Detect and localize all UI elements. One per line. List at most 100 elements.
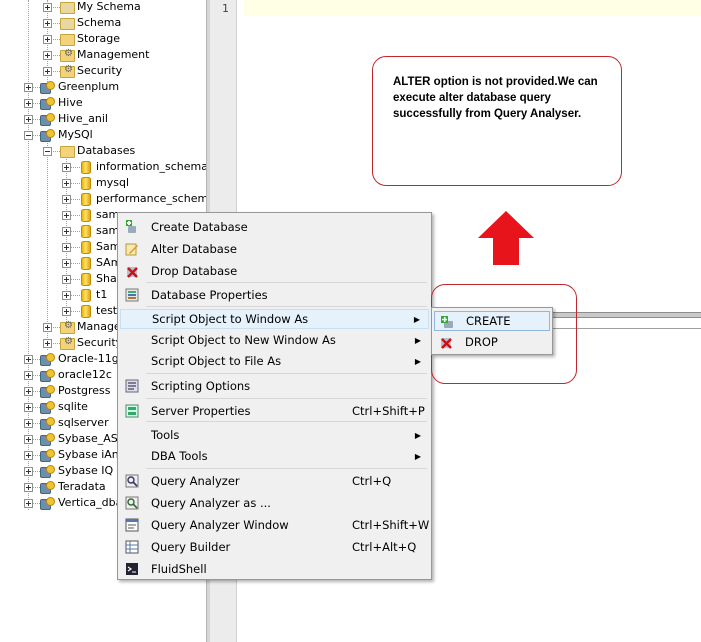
database-icon: [81, 273, 91, 286]
menu-item-label: Script Object to File As: [151, 354, 282, 368]
submenu-item-label: CREATE: [466, 314, 511, 328]
expand-icon[interactable]: [43, 35, 52, 44]
tree-item-label: Storage: [77, 32, 121, 45]
menu-item-label: FluidShell: [151, 562, 207, 576]
settings-folder-icon: [60, 336, 75, 350]
menu-item-alter-database[interactable]: Alter Database: [120, 239, 429, 259]
expand-icon[interactable]: [62, 243, 71, 252]
tree-item[interactable]: Schema: [0, 15, 206, 31]
server-icon: [40, 433, 55, 446]
expand-icon[interactable]: [24, 467, 33, 476]
tree-item-label: Schema: [77, 16, 122, 29]
menu-item-dba-tools[interactable]: DBA Tools ▶: [120, 446, 429, 466]
database-icon: [81, 209, 91, 222]
expand-icon[interactable]: [24, 387, 33, 396]
menu-item-script-object-to-window-as[interactable]: Script Object to Window As ▶: [120, 309, 429, 329]
menu-item-drop-database[interactable]: Drop Database: [120, 261, 429, 281]
menu-item-server-properties[interactable]: Server Properties Ctrl+Shift+P: [120, 401, 429, 421]
server-icon: [40, 401, 55, 414]
menu-item-query-analyzer-as[interactable]: Query Analyzer as ...: [120, 493, 429, 513]
menu-item-query-analyzer-window[interactable]: Query Analyzer Window Ctrl+Shift+W: [120, 515, 429, 535]
expand-icon[interactable]: [24, 99, 33, 108]
tree-item-label: mysql: [96, 176, 129, 189]
expand-icon[interactable]: [43, 323, 52, 332]
expand-icon[interactable]: [62, 259, 71, 268]
expand-icon[interactable]: [43, 339, 52, 348]
tree-item[interactable]: Hive: [0, 95, 206, 111]
annotation-text: ALTER option is not provided.We can exec…: [393, 76, 598, 120]
tree-item-label: Security: [77, 64, 123, 77]
menu-item-shortcut: Ctrl+Alt+Q: [352, 540, 417, 554]
expand-icon[interactable]: [62, 195, 71, 204]
menu-separator: [146, 373, 427, 374]
expand-icon[interactable]: [62, 179, 71, 188]
tree-item[interactable]: Databases: [0, 143, 206, 159]
menu-item-create-database[interactable]: Create Database: [120, 217, 429, 237]
settings-folder-icon: [60, 64, 75, 78]
submenu-arrow-icon: ▶: [413, 314, 420, 324]
expand-icon[interactable]: [62, 163, 71, 172]
schema-icon: [60, 2, 75, 14]
collapse-icon[interactable]: [24, 131, 33, 140]
menu-item-scripting-options[interactable]: Scripting Options: [120, 376, 429, 396]
expand-icon[interactable]: [24, 499, 33, 508]
tree-item[interactable]: mysql: [0, 175, 206, 191]
menu-item-database-properties[interactable]: Database Properties: [120, 285, 429, 305]
expand-icon[interactable]: [43, 51, 52, 60]
expand-icon[interactable]: [62, 275, 71, 284]
expand-icon[interactable]: [62, 291, 71, 300]
fluidshell-icon: [125, 562, 139, 576]
tree-item[interactable]: MySQl: [0, 127, 206, 143]
submenu-item-create[interactable]: CREATE: [434, 311, 550, 331]
tree-item-label: t1: [96, 288, 108, 301]
database-properties-icon: [125, 288, 139, 302]
menu-item-query-builder[interactable]: Query Builder Ctrl+Alt+Q: [120, 537, 429, 557]
expand-icon[interactable]: [24, 371, 33, 380]
expand-icon[interactable]: [24, 115, 33, 124]
tree-item-label: My Schema: [77, 0, 141, 13]
tree-item-label: Greenplum: [58, 80, 120, 93]
database-icon: [81, 241, 91, 254]
tree-item[interactable]: information_schema: [0, 159, 206, 175]
expand-icon[interactable]: [24, 451, 33, 460]
expand-icon[interactable]: [24, 419, 33, 428]
tree-item[interactable]: performance_schema: [0, 191, 206, 207]
expand-icon[interactable]: [43, 19, 52, 28]
scripting-options-icon: [125, 379, 139, 393]
query-builder-icon: [125, 540, 139, 554]
tree-item[interactable]: Management: [0, 47, 206, 63]
expand-icon[interactable]: [62, 307, 71, 316]
expand-icon[interactable]: [24, 435, 33, 444]
server-icon: [40, 353, 55, 366]
server-icon: [40, 97, 55, 110]
expand-icon[interactable]: [24, 83, 33, 92]
expand-icon[interactable]: [43, 3, 52, 12]
server-icon: [40, 81, 55, 94]
submenu-arrow-icon: ▶: [414, 451, 421, 461]
menu-item-script-object-to-new-window-as[interactable]: Script Object to New Window As ▶: [120, 330, 429, 350]
tree-item[interactable]: Hive_anil: [0, 111, 206, 127]
expand-icon[interactable]: [62, 211, 71, 220]
expand-icon[interactable]: [43, 67, 52, 76]
menu-item-label: Query Analyzer as ...: [151, 496, 271, 510]
menu-item-label: Scripting Options: [151, 379, 251, 393]
menu-item-fluidshell[interactable]: FluidShell: [120, 559, 429, 579]
expand-icon[interactable]: [24, 403, 33, 412]
tree-item[interactable]: Greenplum: [0, 79, 206, 95]
tree-item[interactable]: My Schema: [0, 0, 206, 15]
menu-item-query-analyzer[interactable]: Query Analyzer Ctrl+Q: [120, 471, 429, 491]
expand-icon[interactable]: [24, 355, 33, 364]
editor-current-line[interactable]: [244, 0, 701, 16]
tree-item[interactable]: Storage: [0, 31, 206, 47]
server-icon: [40, 465, 55, 478]
expand-icon[interactable]: [24, 483, 33, 492]
collapse-icon[interactable]: [43, 147, 52, 156]
expand-icon[interactable]: [62, 227, 71, 236]
menu-item-tools[interactable]: Tools ▶: [120, 425, 429, 445]
menu-item-script-object-to-file-as[interactable]: Script Object to File As ▶: [120, 351, 429, 371]
tree-item[interactable]: Security: [0, 63, 206, 79]
menu-item-label: Alter Database: [151, 242, 237, 256]
submenu-item-drop[interactable]: DROP: [434, 332, 550, 352]
tree-item-label: Postgress: [58, 384, 111, 397]
drop-database-icon: [125, 264, 139, 278]
